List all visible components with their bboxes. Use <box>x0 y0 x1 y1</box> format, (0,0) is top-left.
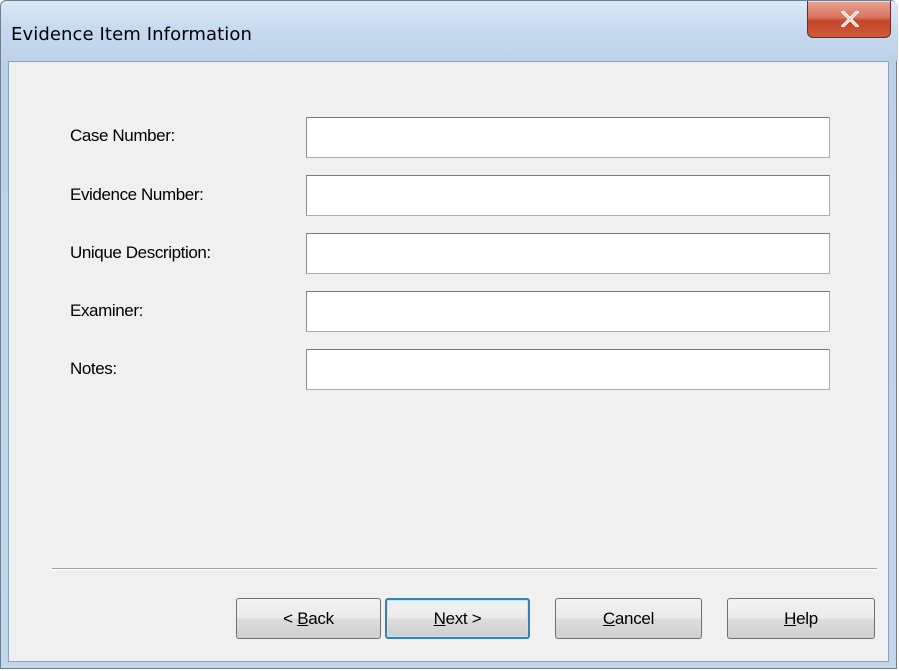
notes-input[interactable] <box>306 349 830 390</box>
evidence-number-label: Evidence Number: <box>70 185 204 204</box>
case-number-input[interactable] <box>306 117 830 158</box>
examiner-label: Examiner: <box>70 301 143 320</box>
help-button[interactable]: Help <box>727 598 875 639</box>
case-number-label: Case Number: <box>70 126 175 145</box>
title-bar[interactable]: Evidence Item Information <box>1 1 898 61</box>
examiner-input[interactable] <box>306 291 830 332</box>
cancel-button-accel: C <box>602 609 615 628</box>
cancel-button[interactable]: Cancel <box>555 598 702 639</box>
back-button-rest: ack <box>308 609 334 628</box>
back-button[interactable]: < Back <box>236 598 381 639</box>
close-button[interactable] <box>807 1 891 38</box>
next-button-rest: ext > <box>445 609 482 628</box>
cancel-button-rest: ancel <box>614 609 655 628</box>
unique-description-input[interactable] <box>306 233 830 274</box>
next-button[interactable]: Next > <box>385 598 530 639</box>
help-button-accel: H <box>784 609 797 628</box>
back-button-prefix: < <box>283 609 298 628</box>
help-button-rest: elp <box>796 609 818 628</box>
evidence-number-input[interactable] <box>306 175 830 216</box>
unique-description-label: Unique Description: <box>70 243 211 262</box>
dialog-window: Evidence Item Information Case Number: E… <box>0 0 898 669</box>
notes-label: Notes: <box>70 359 117 378</box>
back-button-accel: B <box>297 609 309 628</box>
next-button-accel: N <box>433 609 446 628</box>
close-x-icon <box>841 11 859 27</box>
window-title: Evidence Item Information <box>11 24 253 45</box>
button-separator <box>52 568 877 570</box>
dialog-client-area: Case Number: Evidence Number: Unique Des… <box>8 61 889 662</box>
